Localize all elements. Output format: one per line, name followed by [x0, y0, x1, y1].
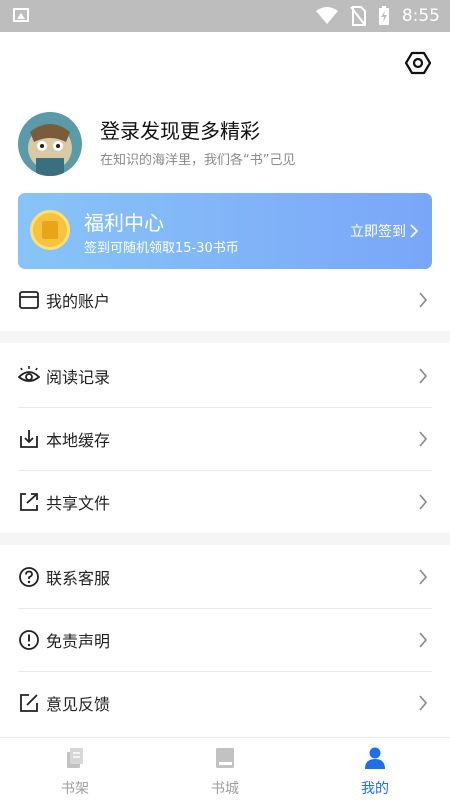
- menu-label: 我的账户: [46, 292, 111, 311]
- download-icon: [20, 430, 38, 448]
- menu-item-local-cache[interactable]: 本地缓存: [18, 408, 432, 470]
- help-icon: [19, 567, 39, 587]
- alert-icon: [19, 630, 39, 650]
- tab-bookshelf[interactable]: 书架: [0, 738, 150, 801]
- login-prompt-title[interactable]: 登录发现更多精彩: [100, 115, 260, 144]
- chevron-right-icon: [419, 431, 428, 447]
- chevron-right-icon: [410, 224, 418, 238]
- section-gap: [0, 331, 450, 343]
- edit-icon: [20, 694, 38, 712]
- login-prompt-subtitle: 在知识的海洋里，我们各“书”己见: [100, 153, 296, 168]
- tab-mine[interactable]: 我的: [300, 738, 450, 801]
- status-bar: 8:55: [0, 0, 450, 32]
- settings-icon[interactable]: [405, 50, 431, 76]
- menu-item-feedback[interactable]: 意见反馈: [18, 672, 432, 734]
- menu-label: 联系客服: [46, 569, 111, 588]
- no-sim-icon: [350, 6, 366, 26]
- clock: 8:55: [401, 6, 440, 26]
- share-file-icon: [20, 493, 38, 511]
- bottom-tab-bar: 书架 书城 我的: [0, 737, 450, 801]
- chevron-right-icon: [419, 695, 428, 711]
- profile-header[interactable]: 登录发现更多精彩 在知识的海洋里，我们各“书”己见: [18, 110, 432, 178]
- tab-label: 书架: [61, 781, 89, 797]
- menu-item-reading-history[interactable]: 阅读记录: [18, 345, 432, 407]
- welfare-title: 福利中心: [84, 211, 164, 235]
- menu-item-customer-service[interactable]: 联系客服: [18, 546, 432, 608]
- tab-label: 书城: [211, 781, 239, 797]
- chevron-right-icon: [419, 494, 428, 510]
- eye-icon: [18, 366, 40, 382]
- book-icon: [216, 748, 234, 768]
- sign-in-label: 立即签到: [350, 224, 406, 240]
- section-gap: [0, 533, 450, 545]
- menu-label: 阅读记录: [46, 368, 111, 387]
- menu-label: 本地缓存: [46, 431, 111, 450]
- user-icon: [365, 747, 385, 769]
- welfare-center-banner[interactable]: 福利中心 签到可随机领取15-30书币 立即签到: [18, 193, 432, 269]
- chevron-right-icon: [419, 632, 428, 648]
- gallery-notification-icon: [13, 8, 29, 22]
- avatar[interactable]: [18, 112, 82, 176]
- chevron-right-icon: [419, 368, 428, 384]
- welfare-subtitle: 签到可随机领取15-30书币: [84, 241, 239, 256]
- menu-item-account[interactable]: 我的账户: [18, 269, 432, 331]
- menu-label: 意见反馈: [46, 695, 111, 714]
- sign-in-button[interactable]: 立即签到: [350, 221, 418, 241]
- tab-bookstore[interactable]: 书城: [150, 738, 300, 801]
- menu-item-shared-files[interactable]: 共享文件: [18, 471, 432, 533]
- coin-icon: [30, 210, 70, 250]
- tab-label: 我的: [361, 781, 389, 797]
- chevron-right-icon: [419, 292, 428, 308]
- menu-label: 共享文件: [46, 494, 111, 513]
- menu-label: 免责声明: [46, 632, 111, 651]
- chevron-right-icon: [419, 569, 428, 585]
- wifi-icon: [315, 7, 338, 24]
- battery-charging-icon: [378, 6, 389, 25]
- wallet-icon: [19, 291, 39, 309]
- bookshelf-icon: [67, 748, 83, 768]
- menu-item-disclaimer[interactable]: 免责声明: [18, 609, 432, 671]
